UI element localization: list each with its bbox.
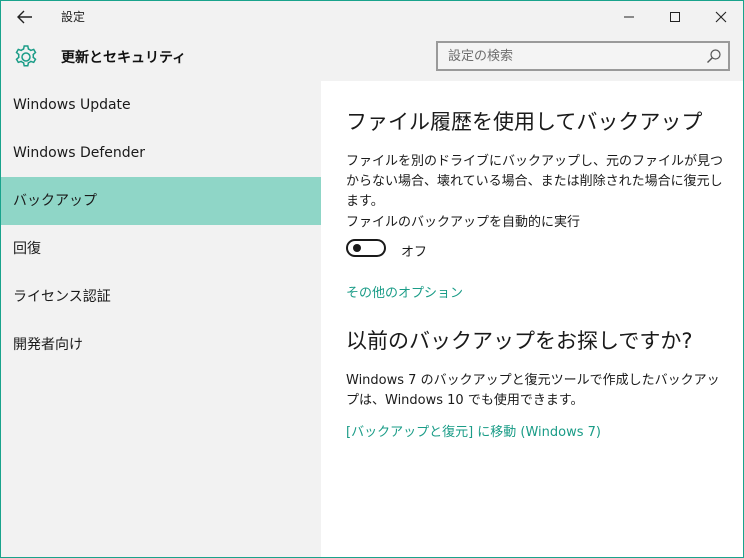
more-options-link[interactable]: その他のオプション (346, 282, 463, 301)
sidebar-item-activation[interactable]: ライセンス認証 (1, 273, 321, 321)
old-backup-description: Windows 7 のバックアップと復元ツールで作成したバックアップは、Wind… (346, 373, 720, 408)
sidebar: Windows Update Windows Defender バックアップ 回… (1, 81, 321, 557)
auto-backup-toggle[interactable] (346, 239, 386, 257)
window-title: 設定 (61, 10, 86, 24)
search-icon[interactable] (706, 48, 722, 64)
settings-window: 設定 更新とセキュリティ 設定の検索 Windows Update Window… (0, 0, 744, 558)
sidebar-item-backup[interactable]: バックアップ (1, 177, 321, 225)
close-icon (715, 11, 727, 23)
close-button[interactable] (698, 1, 743, 33)
minimize-button[interactable] (606, 1, 652, 33)
file-history-description: ファイルを別のドライブにバックアップし、元のファイルが見つからない場合、壊れてい… (346, 154, 724, 209)
header: 更新とセキュリティ (1, 33, 743, 81)
search-input[interactable] (438, 43, 708, 69)
file-history-heading: ファイル履歴を使用してバックアップ (346, 110, 703, 134)
sidebar-item-windows-defender[interactable]: Windows Defender (1, 129, 321, 177)
sidebar-item-recovery[interactable]: 回復 (1, 225, 321, 273)
back-arrow-icon (17, 10, 32, 24)
gear-icon (15, 45, 37, 67)
title-bar: 設定 (1, 1, 743, 33)
old-backup-heading: 以前のバックアップをお探しですか? (346, 329, 693, 353)
goto-backup-restore-link[interactable]: [バックアップと復元] に移動 (Windows 7) (346, 421, 601, 440)
auto-backup-label: ファイルのバックアップを自動的に実行 (346, 215, 581, 230)
maximize-button[interactable] (652, 1, 698, 33)
sidebar-item-windows-update[interactable]: Windows Update (1, 81, 321, 129)
toggle-state-label: オフ (401, 245, 428, 260)
sidebar-item-for-developers[interactable]: 開発者向け (1, 321, 321, 369)
minimize-icon (624, 16, 634, 18)
toggle-knob (353, 244, 361, 252)
page-title: 更新とセキュリティ (61, 50, 187, 66)
search-box[interactable] (436, 41, 730, 71)
maximize-icon (670, 12, 680, 22)
main-content: ファイル履歴を使用してバックアップ ファイルを別のドライブにバックアップし、元の… (321, 81, 743, 557)
back-button[interactable] (11, 5, 39, 29)
